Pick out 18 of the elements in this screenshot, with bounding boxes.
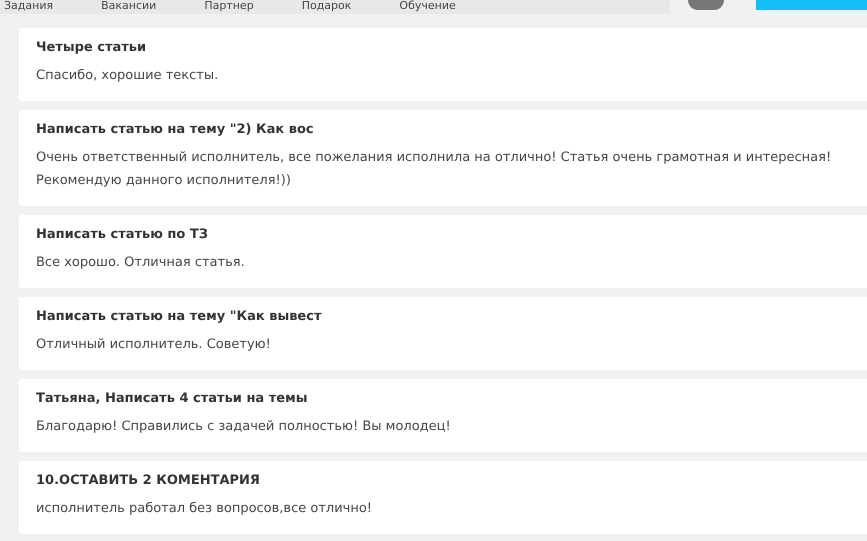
review-title: 10.ОСТАВИТЬ 2 КОМЕНТАРИЯ xyxy=(36,473,261,488)
review-title: Написать статью на тему "Как вывест xyxy=(36,309,322,324)
review-text: исполнитель работал без вопросов,все отлично! xyxy=(36,500,373,518)
review-text: Отличный исполнитель. Советую! xyxy=(36,336,272,354)
nav-link[interactable]: Обучение xyxy=(399,0,456,14)
nav-link[interactable]: Задания xyxy=(4,0,54,14)
review-text: Очень ответственный исполнитель, все пожелания исполнила на отлично! Статья очень грамотная и интересная! Рекомендую данного исполнителя!)) xyxy=(36,149,832,190)
nav-link[interactable]: Подарок xyxy=(302,0,352,14)
avatar-icon[interactable] xyxy=(688,0,724,10)
review-title: Татьяна, Написать 4 статьи на темы xyxy=(36,391,308,406)
review-title: Написать статью по ТЗ xyxy=(36,227,209,242)
nav-link[interactable]: Вакансии xyxy=(101,0,156,14)
review-title: Четыре статьи xyxy=(36,40,148,55)
nav-link[interactable]: Партнер xyxy=(204,0,254,14)
review-text: Все хорошо. Отличная статья. xyxy=(36,254,246,272)
review-text: Благодарю! Справились с задачей полностью! Вы молодец! xyxy=(36,418,452,436)
review-text: Спасибо, хорошие тексты. xyxy=(36,67,220,85)
review-title: Написать статью на тему "2) Как вос xyxy=(36,122,315,137)
